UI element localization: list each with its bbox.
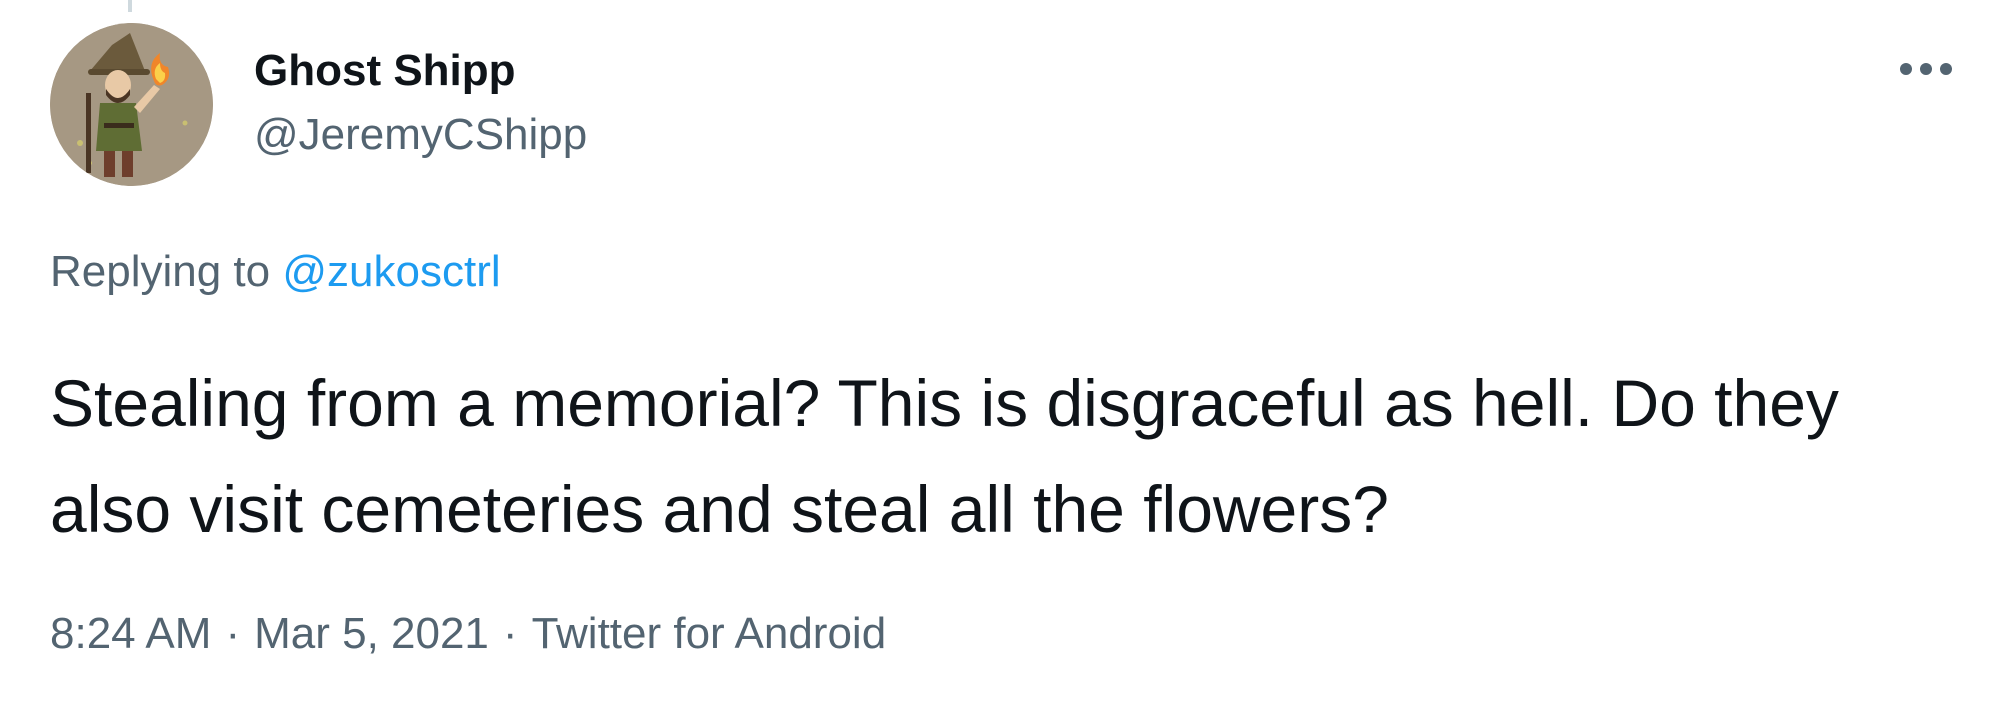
replying-to-label: Replying to: [50, 247, 271, 296]
meta-separator: ·: [225, 609, 241, 658]
author-name[interactable]: Ghost Shipp: [254, 42, 516, 100]
avatar-illustration: [50, 23, 213, 186]
author-handle[interactable]: @JeremyCShipp: [254, 106, 587, 164]
tweet-text: Stealing from a memorial? This is disgra…: [50, 366, 1839, 546]
tweet-date[interactable]: Mar 5, 2021: [254, 609, 489, 658]
replying-to: Replying to @zukosctrl: [50, 243, 501, 301]
tweet-source[interactable]: Twitter for Android: [532, 609, 887, 658]
tweet-time[interactable]: 8:24 AM: [50, 609, 211, 658]
thread-connector-line: [128, 0, 132, 12]
meta-separator: ·: [502, 609, 518, 658]
more-options-button[interactable]: [1890, 42, 1962, 96]
tweet-metadata: 8:24 AM · Mar 5, 2021 · Twitter for Android: [50, 605, 886, 663]
reply-mention-link[interactable]: @zukosctrl: [282, 247, 500, 296]
more-horizontal-icon: [1900, 63, 1952, 75]
avatar[interactable]: [50, 23, 213, 186]
